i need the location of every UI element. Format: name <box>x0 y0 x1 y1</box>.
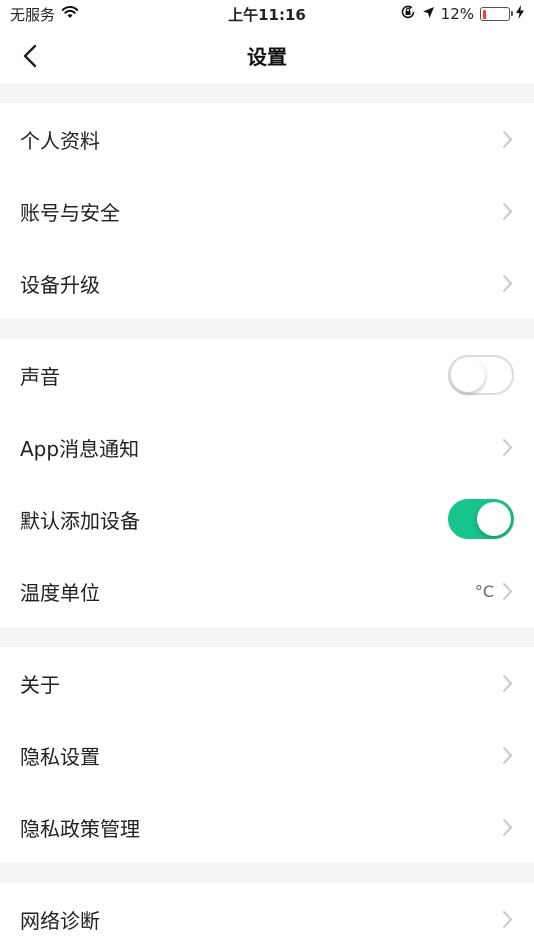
settings-section: 声音 App消息通知 默认添加设备 温度单位 °C <box>0 339 534 627</box>
location-icon <box>422 5 435 23</box>
chevron-right-icon <box>500 745 514 765</box>
battery-percent: 12% <box>440 5 474 23</box>
settings-section: 关于隐私设置隐私政策管理 <box>0 647 534 863</box>
chevron-right-icon <box>500 201 514 221</box>
settings-row-label: 设备升级 <box>20 272 100 297</box>
charging-icon <box>516 5 524 23</box>
wifi-icon <box>61 5 79 23</box>
settings-row[interactable]: 个人资料 <box>0 103 534 175</box>
settings-row-label: 默认添加设备 <box>20 508 140 533</box>
toggle-knob <box>477 502 511 536</box>
chevron-right-icon <box>500 673 514 693</box>
chevron-right-icon <box>500 817 514 837</box>
settings-row[interactable]: 网络诊断 <box>0 883 534 950</box>
orientation-lock-icon <box>400 4 416 24</box>
settings-row-label: 隐私政策管理 <box>20 816 140 841</box>
settings-row-label: 声音 <box>20 364 60 389</box>
settings-section: 个人资料账号与安全设备升级 <box>0 103 534 319</box>
settings-row-label: 网络诊断 <box>20 908 100 933</box>
status-right: 12% <box>400 4 524 24</box>
settings-row-value: °C <box>474 581 494 601</box>
page-title: 设置 <box>247 45 287 69</box>
settings-row[interactable]: 关于 <box>0 647 534 719</box>
battery-level <box>482 9 486 19</box>
battery-icon <box>480 7 513 21</box>
section-divider <box>0 627 534 647</box>
toggle-switch[interactable] <box>448 499 514 539</box>
chevron-right-icon <box>500 129 514 149</box>
settings-row-label: 温度单位 <box>20 580 100 605</box>
settings-row[interactable]: 声音 <box>0 339 534 411</box>
settings-row-label: 隐私设置 <box>20 744 100 769</box>
chevron-right-icon <box>500 581 514 601</box>
settings-row[interactable]: App消息通知 <box>0 411 534 483</box>
settings-row[interactable]: 默认添加设备 <box>0 483 534 555</box>
chevron-left-icon <box>23 44 37 67</box>
back-button[interactable] <box>8 28 52 83</box>
carrier-label: 无服务 <box>10 5 56 24</box>
settings-row[interactable]: 设备升级 <box>0 247 534 319</box>
settings-list: 个人资料账号与安全设备升级声音 App消息通知 默认添加设备 温度单位 °C 关于隐私设置… <box>0 83 534 950</box>
settings-row[interactable]: 账号与安全 <box>0 175 534 247</box>
toggle-switch[interactable] <box>448 355 514 395</box>
section-divider <box>0 863 534 883</box>
settings-row[interactable]: 温度单位 °C <box>0 555 534 627</box>
settings-row-label: App消息通知 <box>20 436 140 461</box>
section-divider <box>0 319 534 339</box>
section-divider <box>0 83 534 103</box>
settings-row[interactable]: 隐私设置 <box>0 719 534 791</box>
status-left: 无服务 <box>10 4 79 25</box>
status-bar: 无服务 上午11:16 12% <box>0 0 534 28</box>
settings-row[interactable]: 隐私政策管理 <box>0 791 534 863</box>
toggle-knob <box>451 358 485 392</box>
chevron-right-icon <box>500 273 514 293</box>
settings-section: 网络诊断 <box>0 883 534 950</box>
chevron-right-icon <box>500 437 514 457</box>
nav-bar: 设置 <box>0 28 534 83</box>
chevron-right-icon <box>500 909 514 929</box>
settings-row-label: 关于 <box>20 672 60 697</box>
settings-row-label: 个人资料 <box>20 128 100 153</box>
settings-row-label: 账号与安全 <box>20 200 120 225</box>
